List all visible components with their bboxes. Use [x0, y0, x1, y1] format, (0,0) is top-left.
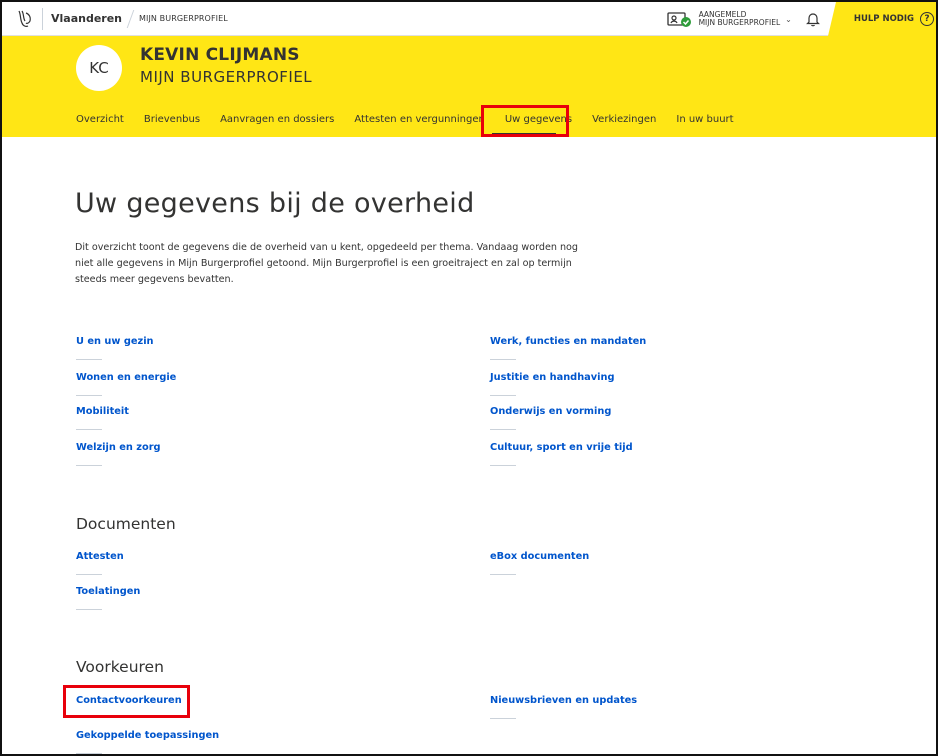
global-header: Vlaanderen MIJN BURGERPROFIEL AANGEMELD … — [2, 2, 936, 36]
profile-subtitle: MIJN BURGERPROFIEL — [140, 68, 313, 86]
link-divider — [76, 395, 102, 396]
link-divider — [490, 359, 516, 360]
highlight-box-contactvoorkeuren — [63, 685, 190, 718]
avatar: KC — [76, 45, 122, 91]
page-title: Uw gegevens bij de overheid — [75, 188, 475, 219]
bell-icon[interactable] — [805, 11, 820, 27]
link-divider — [490, 718, 516, 719]
app-name-link[interactable]: MIJN BURGERPROFIEL — [139, 14, 228, 23]
link-divider — [76, 574, 102, 575]
intro-text: Dit overzicht toont de gegevens die de o… — [75, 240, 615, 288]
tab-verkiezingen[interactable]: Verkiezingen — [592, 114, 656, 125]
link-divider — [490, 395, 516, 396]
profile-header: KC KEVIN CLIJMANS MIJN BURGERPROFIEL Ove… — [2, 36, 936, 137]
link-welzijn-en-zorg[interactable]: Welzijn en zorg — [76, 442, 161, 453]
highlight-box-uw-gegevens — [481, 105, 569, 137]
link-nieuwsbrieven-en-updates[interactable]: Nieuwsbrieven en updates — [490, 695, 637, 706]
question-circle-icon: ? — [920, 12, 934, 26]
help-label: HULP NODIG — [853, 14, 914, 24]
link-mobiliteit[interactable]: Mobiliteit — [76, 406, 129, 417]
browser-frame: Vlaanderen MIJN BURGERPROFIEL AANGEMELD … — [0, 0, 938, 756]
help-button[interactable]: HULP NODIG ? — [827, 2, 936, 36]
profile-tabs: Overzicht Brievenbus Aanvragen en dossie… — [76, 114, 754, 125]
link-divider — [490, 574, 516, 575]
link-divider — [490, 429, 516, 430]
intro-line: Dit overzicht toont de gegevens die de o… — [75, 242, 579, 253]
header-right: AANGEMELD MIJN BURGERPROFIEL ⌄ HULP NODI… — [666, 2, 936, 36]
tab-attesten-en-vergunningen[interactable]: Attesten en vergunningen — [354, 114, 484, 125]
section-heading-documenten: Documenten — [76, 515, 176, 533]
chevron-down-icon: ⌄ — [785, 14, 792, 24]
link-cultuur-sport-en-vrije-tijd[interactable]: Cultuur, sport en vrije tijd — [490, 442, 633, 453]
link-divider — [76, 465, 102, 466]
profile-name: KEVIN CLIJMANS — [140, 45, 300, 65]
link-divider — [76, 609, 102, 610]
link-divider — [76, 359, 102, 360]
link-divider — [76, 429, 102, 430]
login-status-text: AANGEMELD MIJN BURGERPROFIEL — [699, 11, 781, 27]
vlaanderen-lion-logo-icon[interactable] — [14, 8, 36, 30]
section-heading-voorkeuren: Voorkeuren — [76, 658, 164, 676]
status-line-2: MIJN BURGERPROFIEL — [698, 18, 781, 27]
host-link[interactable]: Vlaanderen — [51, 12, 122, 25]
link-divider — [490, 465, 516, 466]
intro-line: niet alle gegevens in Mijn Burgerprofiel… — [75, 258, 572, 269]
tab-brievenbus[interactable]: Brievenbus — [144, 114, 200, 125]
id-card-check-icon — [666, 10, 693, 28]
breadcrumb-separator — [126, 9, 135, 28]
link-ebox-documenten[interactable]: eBox documenten — [490, 551, 589, 562]
link-u-en-uw-gezin[interactable]: U en uw gezin — [76, 336, 154, 347]
link-werk-functies-en-mandaten[interactable]: Werk, functies en mandaten — [490, 336, 646, 347]
link-justitie-en-handhaving[interactable]: Justitie en handhaving — [490, 372, 615, 383]
link-wonen-en-energie[interactable]: Wonen en energie — [76, 372, 176, 383]
tab-aanvragen-en-dossiers[interactable]: Aanvragen en dossiers — [220, 114, 334, 125]
tab-in-uw-buurt[interactable]: In uw buurt — [676, 114, 733, 125]
login-status[interactable]: AANGEMELD MIJN BURGERPROFIEL ⌄ — [666, 10, 792, 28]
tab-overzicht[interactable]: Overzicht — [76, 114, 124, 125]
link-attesten[interactable]: Attesten — [76, 551, 124, 562]
link-onderwijs-en-vorming[interactable]: Onderwijs en vorming — [490, 406, 611, 417]
intro-line: steeds meer gegevens bevatten. — [75, 274, 234, 285]
link-toelatingen[interactable]: Toelatingen — [76, 586, 140, 597]
link-divider — [76, 753, 102, 754]
header-divider — [42, 7, 43, 30]
link-gekoppelde-toepassingen[interactable]: Gekoppelde toepassingen — [76, 730, 219, 741]
